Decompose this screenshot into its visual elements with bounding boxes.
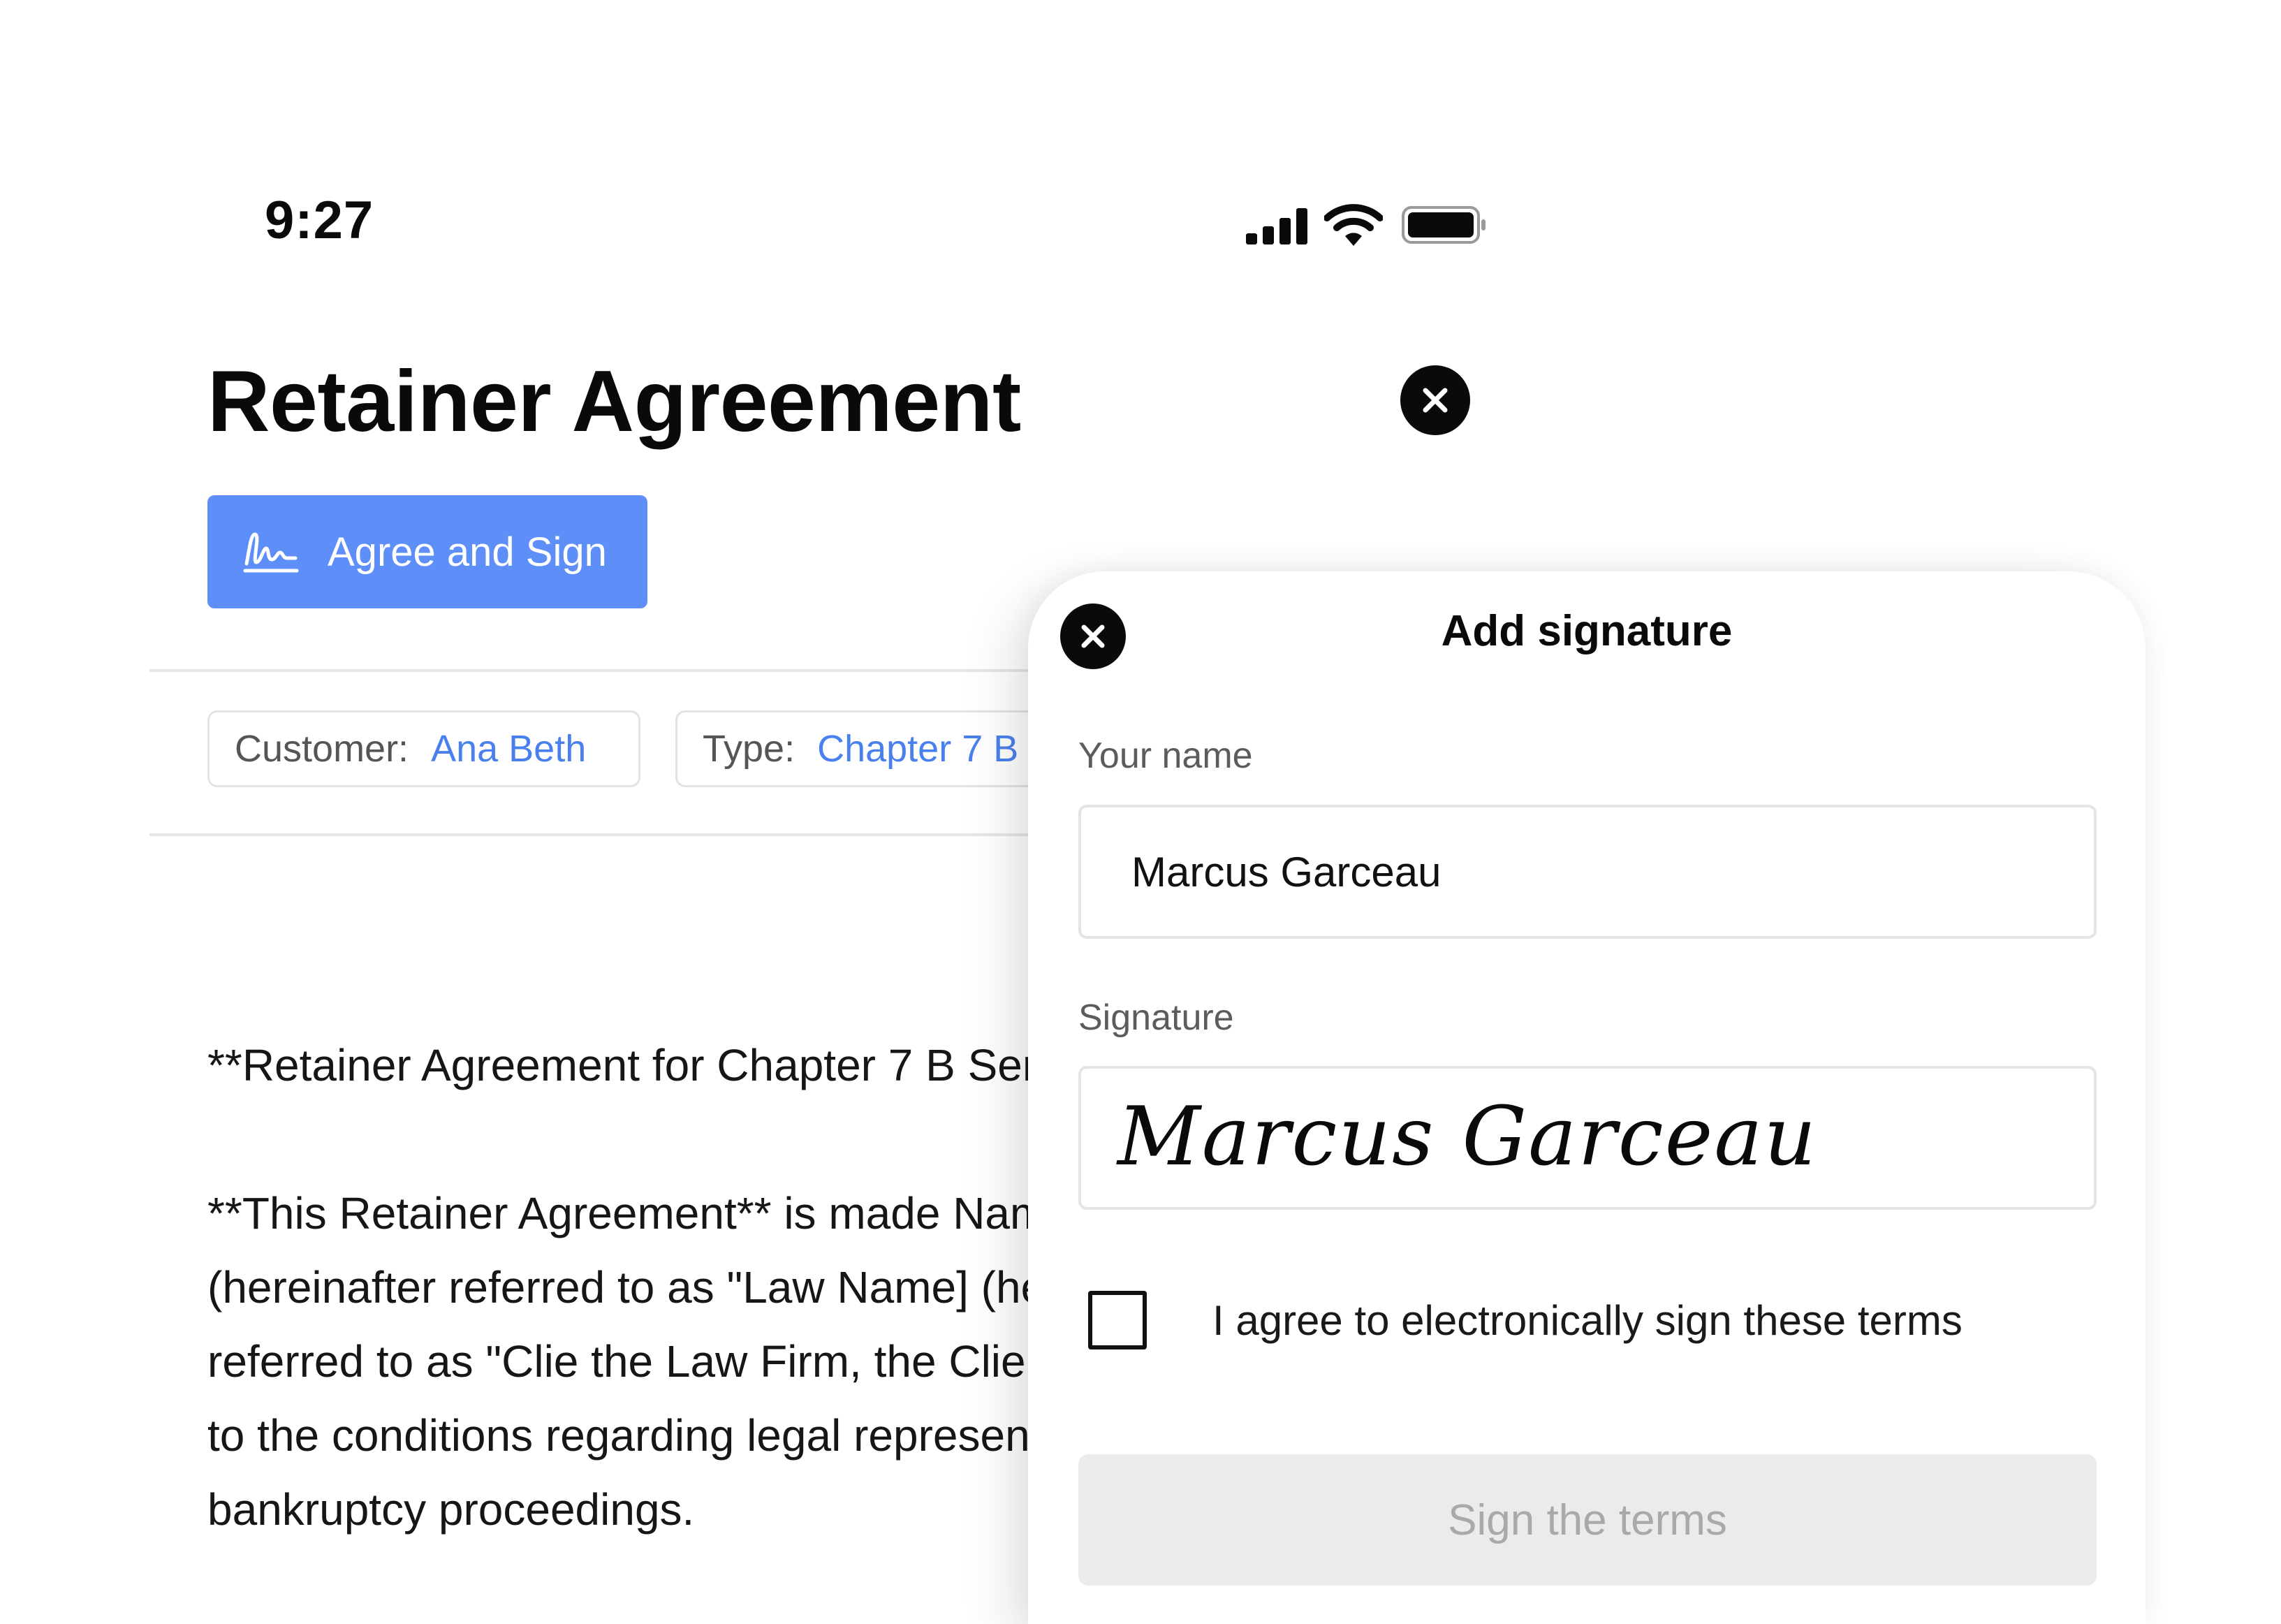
chip-value: Chapter 7 B xyxy=(817,728,1019,770)
chip-key: Customer: xyxy=(235,728,409,770)
agree-checkbox-label[interactable]: I agree to electronically sign these ter… xyxy=(1212,1296,1963,1345)
wifi-icon xyxy=(1324,204,1383,246)
chip-value: Ana Beth xyxy=(431,728,587,770)
name-field xyxy=(1078,805,2097,939)
customer-chip[interactable]: Customer: Ana Beth xyxy=(207,710,640,787)
add-signature-sheet: Add signature Your name Signature Marcus… xyxy=(1028,571,2146,1624)
close-icon xyxy=(1423,388,1448,413)
page-title: Retainer Agreement xyxy=(207,353,1021,450)
status-time: 9:27 xyxy=(265,191,374,250)
signature-icon xyxy=(243,532,299,573)
sheet-title: Add signature xyxy=(1441,607,1733,655)
chip-key: Type: xyxy=(703,728,795,770)
agree-and-sign-button[interactable]: Agree and Sign xyxy=(207,495,647,608)
close-button[interactable] xyxy=(1400,365,1470,435)
sign-terms-button[interactable]: Sign the terms xyxy=(1078,1454,2097,1586)
name-input[interactable] xyxy=(1081,807,2094,936)
signature-field[interactable]: Marcus Garceau xyxy=(1078,1066,2097,1210)
agree-checkbox[interactable] xyxy=(1088,1291,1147,1349)
name-label: Your name xyxy=(1078,736,1253,776)
signature-label: Signature xyxy=(1078,997,1234,1038)
cellular-signal-icon xyxy=(1246,208,1307,244)
agree-and-sign-label: Agree and Sign xyxy=(328,529,607,575)
status-icons xyxy=(1246,198,1497,247)
battery-icon xyxy=(1402,206,1486,244)
signature-preview: Marcus Garceau xyxy=(1117,1090,1818,1184)
